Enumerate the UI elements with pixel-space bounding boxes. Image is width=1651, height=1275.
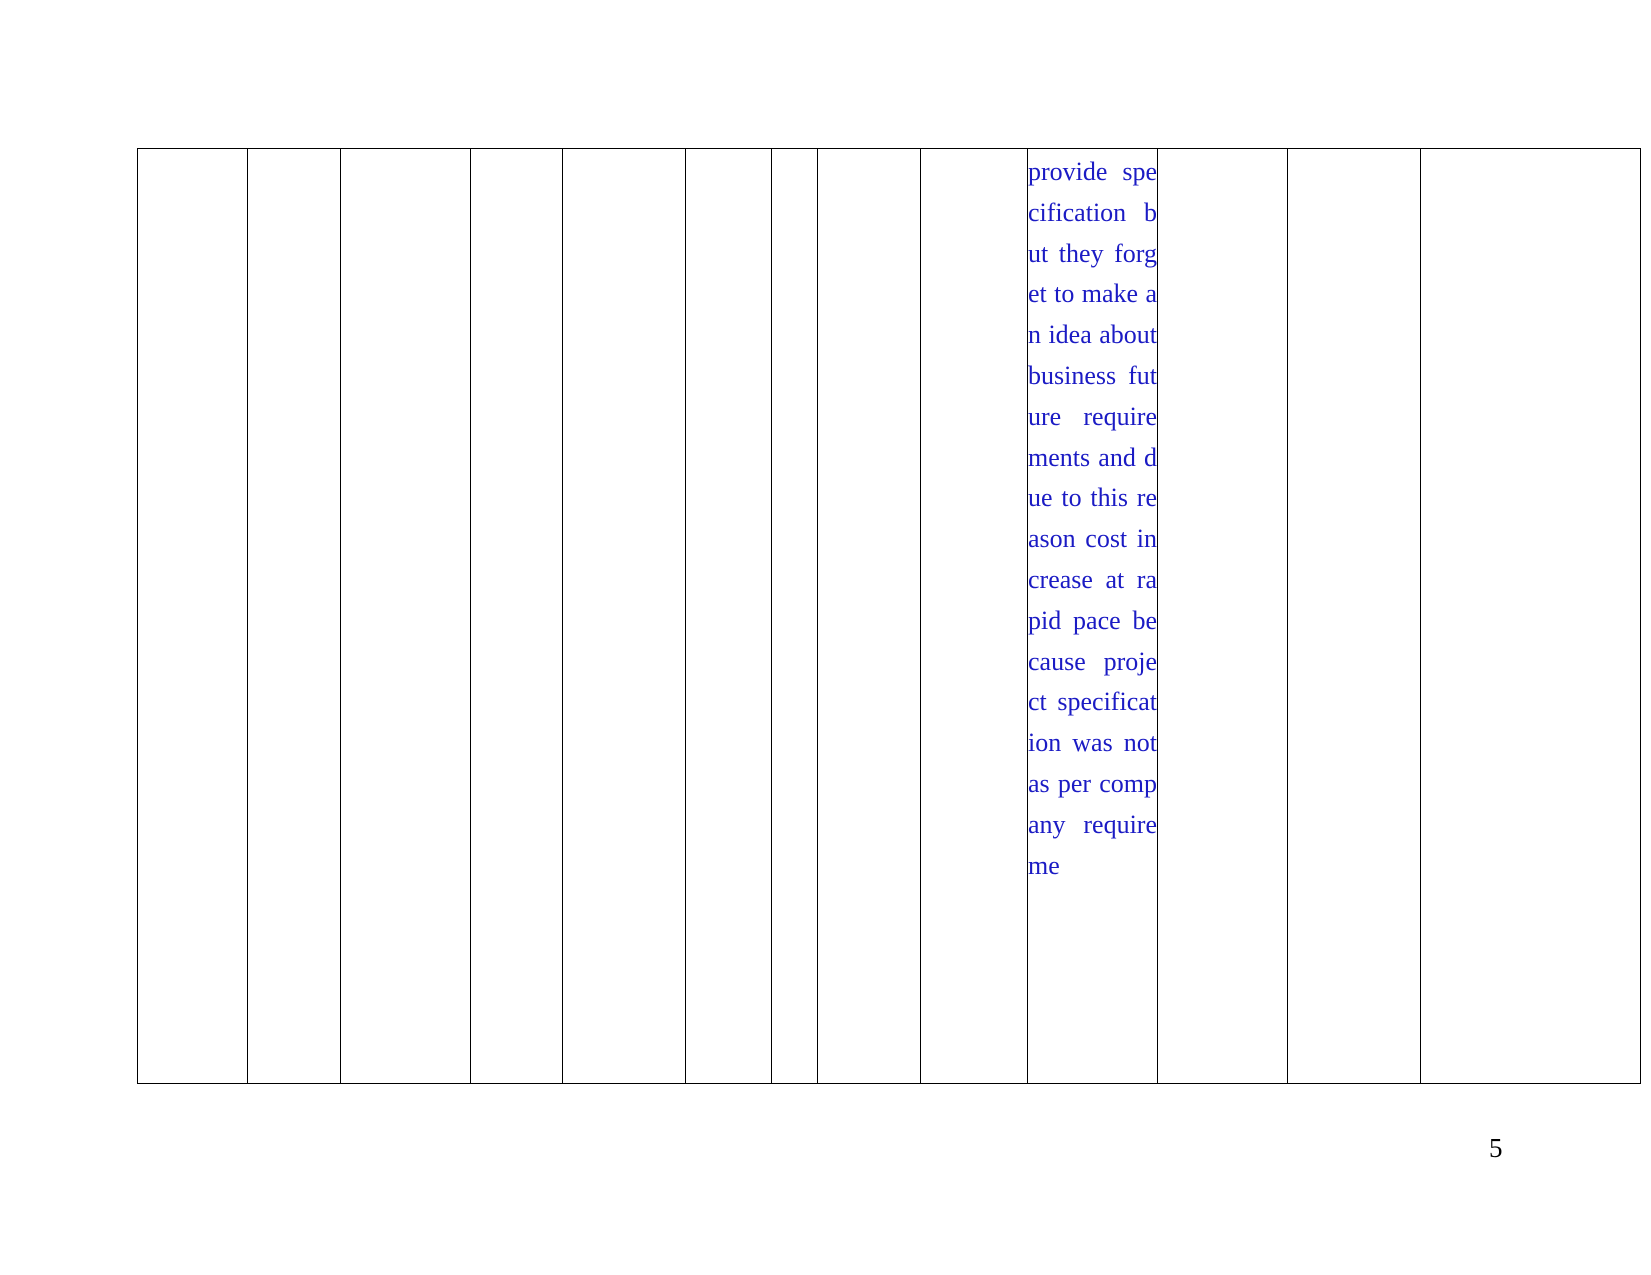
table-row: provide specification but they forget to… bbox=[137, 148, 1641, 1084]
table-cell-column-4[interactable] bbox=[470, 148, 563, 1084]
table-cell-column-13[interactable] bbox=[1420, 148, 1641, 1084]
cell-paragraph: provide specification but they forget to… bbox=[1028, 157, 1157, 880]
table-cell-column-10[interactable]: provide specification but they forget to… bbox=[1027, 148, 1158, 1084]
table-cell-column-5[interactable] bbox=[562, 148, 686, 1084]
page-number: 5 bbox=[1489, 1133, 1503, 1163]
table-cell-column-9[interactable] bbox=[920, 148, 1028, 1084]
table-cell-column-6[interactable] bbox=[685, 148, 772, 1084]
data-table: provide specification but they forget to… bbox=[137, 148, 1641, 1084]
table-cell-column-12[interactable] bbox=[1287, 148, 1421, 1084]
table-cell-column-2[interactable] bbox=[247, 148, 341, 1084]
document-page: provide specification but they forget to… bbox=[0, 0, 1651, 1275]
table-cell-column-11[interactable] bbox=[1157, 148, 1288, 1084]
table-cell-column-3[interactable] bbox=[340, 148, 471, 1084]
table-cell-column-7[interactable] bbox=[771, 148, 818, 1084]
table-cell-column-8[interactable] bbox=[817, 148, 921, 1084]
table-cell-column-1[interactable] bbox=[137, 148, 248, 1084]
